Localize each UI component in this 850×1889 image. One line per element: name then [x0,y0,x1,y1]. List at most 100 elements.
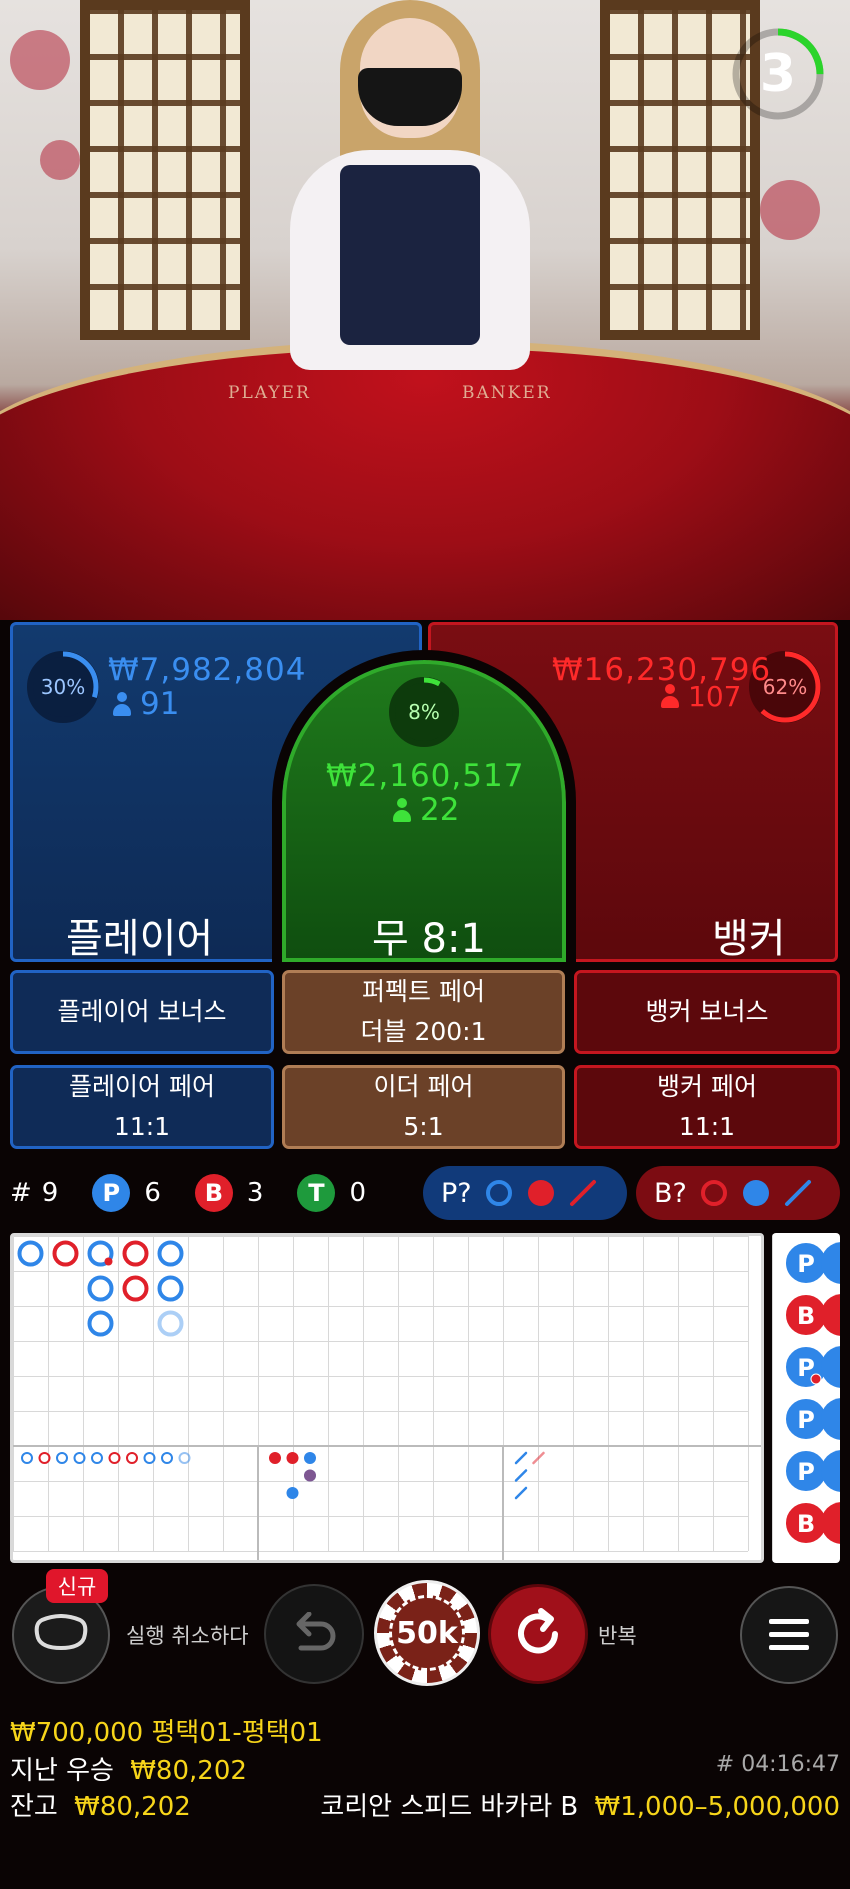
game-round-id: # 04:16:47 [715,1752,840,1777]
player-total-amount: ₩7,982,804 [108,652,307,688]
big-eye-mark [161,1452,173,1464]
bet-limits: ₩1,000–5,000,000 [594,1792,840,1822]
small-road-mark [269,1452,281,1464]
tie-total-amount: ₩2,160,517 [326,758,525,794]
small-road-solid-icon [527,1180,554,1206]
big-road-mark [157,1275,184,1302]
bead-letter: B [797,1510,815,1538]
bead-road-mark [821,1346,840,1388]
cockroach-mark [514,1486,528,1500]
speech-bubble-icon [34,1614,88,1651]
tie-count-badge: T [297,1174,336,1212]
bead-road-panel[interactable]: PBPPPB [772,1233,840,1563]
scoreboard-roadmap[interactable] [10,1233,764,1563]
chip-selector-button[interactable]: 50k [374,1580,480,1686]
person-icon [112,692,132,716]
banker-bettor-count: 107 [660,680,741,713]
banker-bonus-button[interactable]: 뱅커 보너스 [574,970,840,1054]
player-pair-button[interactable]: 플레이어 페어 11:1 [10,1065,274,1149]
bead-letter: P [797,1406,815,1434]
small-road-mark [286,1452,299,1464]
banker-wins-badge: B [194,1174,233,1212]
tie-count-value: 22 [420,792,460,828]
player-wins-badge: P [92,1174,131,1212]
bead-road-mark [821,1398,840,1440]
balance-value: ₩80,202 [74,1792,191,1822]
round-stats: # 9 P 6 B 3 T 0 [10,1168,366,1218]
live-video-stream: PLAYER BANKER 3 [0,0,850,620]
table-label-banker: BANKER [462,383,552,403]
blossom-decoration [40,140,80,180]
pair-dot [810,1373,822,1385]
big-road-mark [87,1310,114,1337]
lattice-screen-left [80,0,250,340]
new-badge: 신규 [46,1569,108,1603]
tie-bettor-count: 22 [392,792,459,828]
big-road-mark [122,1275,149,1302]
side-bet-title: 플레이어 보너스 [57,997,227,1026]
cockroach-mark [514,1451,528,1465]
game-screen: PLAYER BANKER 3 30% ₩7,982,804 91 플레이어 8… [0,0,850,1889]
side-bet-odds: 11:1 [678,1112,736,1141]
banker-pair-button[interactable]: 뱅커 페어 11:1 [574,1065,840,1149]
bead-road-grid: PBPPPB [772,1233,840,1563]
dealer [280,0,540,370]
big-road-mark [52,1240,79,1267]
last-win-label: 지난 우승 [10,1756,114,1786]
side-bet-title: 플레이어 페어 [69,1072,215,1101]
undo-button[interactable] [264,1584,364,1684]
bead-road-mark [821,1502,840,1544]
last-win: 지난 우승 ₩80,202 [10,1750,247,1787]
repeat-arrow-icon [518,1608,558,1654]
last-win-value: ₩80,202 [130,1756,247,1786]
player-prediction-label: P? [441,1177,472,1209]
big-road-mark [122,1240,149,1267]
round-count: 9 [41,1178,59,1208]
banker-label: 뱅커 [712,916,786,962]
either-pair-button[interactable]: 이더 페어 5:1 [282,1065,565,1149]
player-percent: 30% [40,675,86,699]
balance-label: 잔고 [10,1792,58,1822]
undo-label: 실행 취소하다 [126,1624,249,1648]
current-bet-info: ₩700,000 평택01-평택01 [10,1718,323,1748]
big-eye-mark [126,1452,138,1464]
player-label: 플레이어 [66,916,214,962]
side-bet-title: 퍼펙트 페어 [362,977,485,1006]
repeat-label: 반복 [598,1624,637,1648]
player-bonus-button[interactable]: 플레이어 보너스 [10,970,274,1054]
small-road-mark [304,1469,316,1482]
side-bet-odds: 5:1 [403,1112,444,1141]
perfect-pair-button[interactable]: 퍼펙트 페어 더블 200:1 [282,970,565,1054]
big-road-mark [17,1240,44,1267]
cockroach-slash-icon [784,1180,811,1206]
roadmap-grid [13,1236,761,1560]
cockroach-slash-icon [569,1180,596,1206]
player-prediction-button[interactable]: P? [423,1166,627,1220]
big-eye-hollow-icon [485,1180,512,1206]
small-road-mark [286,1487,299,1499]
side-bet-title: 뱅커 페어 [657,1072,757,1101]
player-bettor-count: 91 [112,686,179,722]
blossom-decoration [760,180,820,240]
bead-letter: P [797,1458,815,1486]
repeat-button[interactable] [488,1584,588,1684]
table-info: 코리안 스피드 바카라 B ₩1,000–5,000,000 [320,1786,840,1823]
big-road-mark [157,1240,184,1267]
menu-button[interactable] [740,1586,838,1684]
balance: 잔고 ₩80,202 [10,1786,191,1823]
big-road-mark [157,1310,184,1337]
small-road-solid-icon [742,1180,769,1206]
baccarat-table [0,340,850,620]
banker-prediction-button[interactable]: B? [636,1166,840,1220]
side-bet-title: 뱅커 보너스 [645,997,769,1026]
big-eye-hollow-icon [700,1180,727,1206]
bead-road-mark [821,1450,840,1492]
hamburger-menu-icon [769,1619,809,1650]
side-bet-title: 이더 페어 [373,1072,474,1101]
pair-dot [104,1257,113,1266]
big-eye-mark [21,1452,33,1464]
player-count-value: 91 [140,686,180,722]
side-bet-odds: 더블 200:1 [360,1017,487,1046]
tie-count: 0 [349,1178,366,1208]
big-road-mark [87,1275,114,1302]
